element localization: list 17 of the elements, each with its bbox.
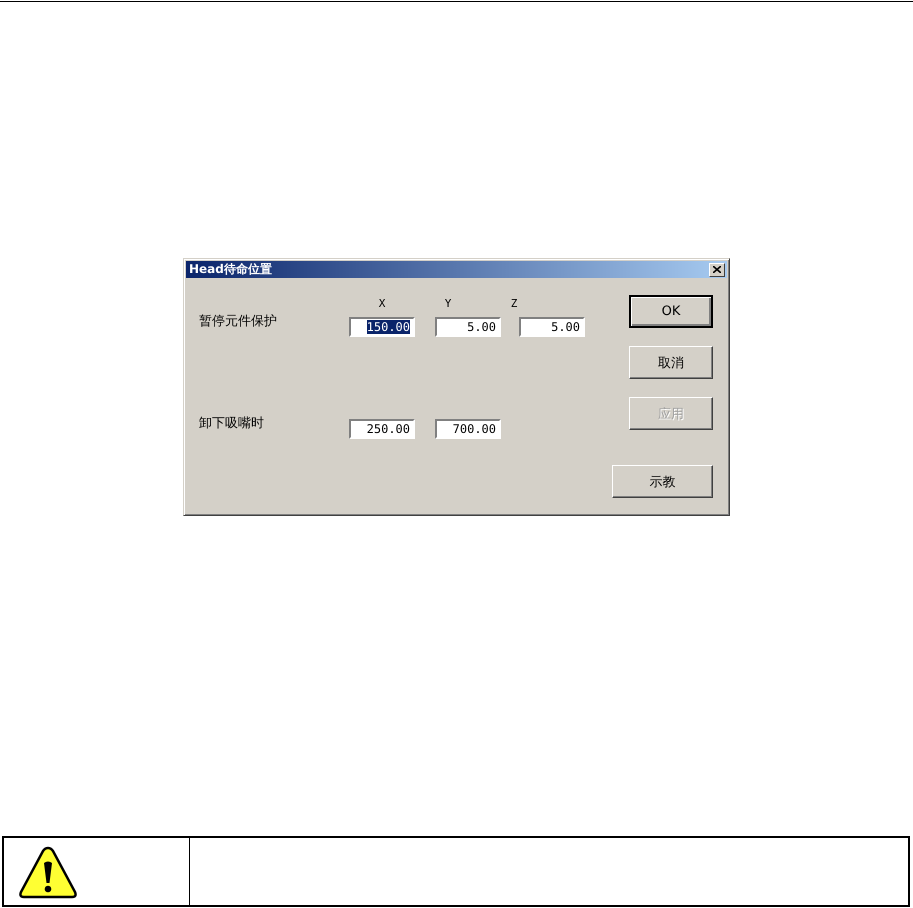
warning-icon — [18, 846, 78, 900]
input-field[interactable]: 700.00 — [435, 419, 501, 439]
column-header: Y — [444, 297, 452, 310]
input-field[interactable]: 150.00 — [349, 317, 415, 337]
window-title: Head待命位置 — [189, 261, 272, 278]
close-button[interactable] — [709, 262, 725, 276]
input-field[interactable]: 250.00 — [349, 419, 415, 439]
input-field[interactable]: 5.00 — [519, 317, 585, 337]
field-label: 暂停元件保护 — [199, 313, 277, 330]
dialog-button[interactable]: OK — [629, 295, 713, 328]
dialog-button[interactable]: 取消 — [629, 346, 713, 379]
dialog-button[interactable]: 示教 — [612, 465, 713, 498]
column-header: X — [378, 297, 386, 310]
field-label: 卸下吸嘴时 — [199, 415, 264, 432]
input-field[interactable]: 5.00 — [435, 317, 501, 337]
close-icon — [713, 266, 721, 273]
column-header: Z — [510, 297, 518, 310]
